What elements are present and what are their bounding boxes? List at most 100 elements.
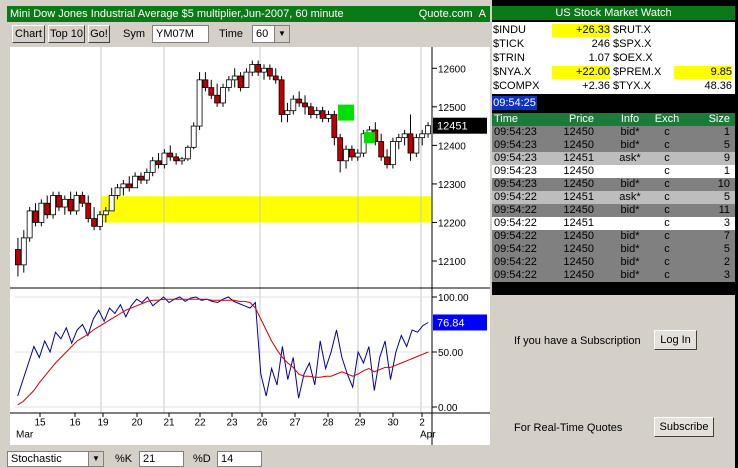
x-tick-label: 15 xyxy=(34,417,46,428)
time-label: Time xyxy=(219,28,244,40)
candle-body xyxy=(61,198,68,208)
candle-body xyxy=(50,195,56,216)
candle-body xyxy=(290,98,297,112)
trade-cell-time: 09:54:22 xyxy=(494,230,537,242)
trade-cell-time: 09:54:22 xyxy=(494,269,537,281)
study-select-value: Stochastic xyxy=(11,453,62,465)
price-tick-label: 12600 xyxy=(438,64,466,75)
watch-row: $TICK 246 $SPX.X xyxy=(492,38,735,51)
trade-cell-price: 12450 xyxy=(563,178,594,190)
watch-value: +2.36 xyxy=(582,80,610,92)
x-tick-label: 28 xyxy=(322,417,334,428)
table-row: 09:54:22 12450 bid* c 2 xyxy=(492,256,735,269)
candle-body xyxy=(190,125,197,148)
study-bar: Stochastic ▼ %K 21 %D 14 xyxy=(7,448,490,468)
subscribe-button[interactable]: Subscribe xyxy=(654,417,714,437)
time-select[interactable]: 60 ▼ xyxy=(252,25,290,43)
watch-title: US Stock Market Watch xyxy=(492,6,735,20)
trade-cell-time: 09:54:22 xyxy=(494,191,537,203)
trade-cell-size: 1 xyxy=(723,165,730,177)
trade-cell-size: 5 xyxy=(723,191,730,203)
x-tick-label: 30 xyxy=(387,417,399,428)
candle-body xyxy=(120,183,127,189)
trades-header: Time Price Info Exch Size xyxy=(492,113,735,126)
trade-cell-exch: c xyxy=(664,139,670,151)
candle-body xyxy=(73,195,80,212)
watch-row: $NYA.X +22.00 $PREM.X 9.85 xyxy=(492,66,735,79)
table-row: 09:54:22 12451 c 3 xyxy=(492,217,735,230)
trade-cell-price: 12450 xyxy=(563,243,594,255)
candle-body xyxy=(15,249,21,266)
watch-row: $INDU +26.33 $RUT.X xyxy=(492,24,735,37)
study-select[interactable]: Stochastic ▼ xyxy=(7,451,104,467)
clock: 09:54:25 xyxy=(492,96,537,110)
candle-body xyxy=(67,198,74,212)
watch-table: $INDU +26.33 $RUT.X $TICK 246 $SPX.X $TRIN 1.07… xyxy=(492,22,735,94)
trade-cell-price: 12450 xyxy=(563,204,594,216)
trade-cell-info: bid* xyxy=(620,230,640,242)
price-tick-label: 12200 xyxy=(438,218,466,229)
candle-body xyxy=(307,106,314,115)
chart-area[interactable]: 12600 12500 12400 12300 12200 12100 12451 100.0… xyxy=(10,47,490,445)
trade-cell-price: 12450 xyxy=(563,165,594,177)
table-row: 09:54:22 12450 bid* c 3 xyxy=(492,269,735,282)
trades-col-header: Info xyxy=(620,113,640,125)
trade-cell-exch: c xyxy=(664,217,670,229)
chevron-down-icon[interactable]: ▼ xyxy=(274,26,289,42)
trade-cell-time: 09:54:23 xyxy=(494,178,537,190)
chart-window: Mini Dow Jones Industrial Average $5 mul… xyxy=(0,0,492,468)
chart-toolbar: Chart Top 10 Go! Sym YM07M Time 60 ▼ xyxy=(7,22,490,46)
trade-cell-exch: c xyxy=(664,269,670,281)
candle-body xyxy=(44,202,51,216)
stoch-tick-label: 0.00 xyxy=(438,403,458,414)
current-price-label: 12451 xyxy=(437,121,468,133)
x-tick-label: 23 xyxy=(226,417,238,428)
trade-cell-exch: c xyxy=(664,243,670,255)
candle-body xyxy=(354,152,361,158)
trade-cell-size: 9 xyxy=(723,152,730,164)
watch-value: +26.33 xyxy=(552,24,610,37)
candle-body xyxy=(102,210,109,216)
trade-cell-price: 12450 xyxy=(563,256,594,268)
chart-title: Mini Dow Jones Industrial Average $5 mul… xyxy=(10,8,344,20)
price-tick-label: 12400 xyxy=(438,141,466,152)
go-button[interactable]: Go! xyxy=(88,25,110,43)
candle-body xyxy=(173,156,180,162)
candle-body xyxy=(85,202,92,220)
trade-cell-price: 12450 xyxy=(563,139,594,151)
trade-cell-time: 09:54:22 xyxy=(494,217,537,229)
d-input[interactable]: 14 xyxy=(217,451,262,467)
price-tick-label: 12300 xyxy=(438,180,466,191)
trade-cell-info: ask* xyxy=(619,152,641,164)
login-button[interactable]: Log In xyxy=(654,330,697,350)
chart-button[interactable]: Chart xyxy=(12,25,45,43)
trade-cell-size: 10 xyxy=(717,178,730,190)
x-tick-label: 29 xyxy=(354,417,366,428)
trade-cell-exch: c xyxy=(664,191,670,203)
k-input[interactable]: 21 xyxy=(139,451,184,467)
source-flag: A xyxy=(478,8,486,20)
trade-cell-size: 3 xyxy=(723,217,730,229)
chevron-down-icon[interactable]: ▼ xyxy=(88,452,103,466)
candle-body xyxy=(284,110,291,115)
watch-symbol: $TRIN xyxy=(493,52,525,64)
chart-title-bar: Mini Dow Jones Industrial Average $5 mul… xyxy=(7,6,490,22)
watch-symbol: $TICK xyxy=(493,38,525,50)
candle-body xyxy=(184,146,191,160)
x-tick-label: 26 xyxy=(256,417,268,428)
trade-cell-info: bid* xyxy=(620,243,640,255)
trade-cell-time: 09:54:23 xyxy=(494,126,537,138)
candle-body xyxy=(132,175,139,189)
candle-body xyxy=(214,94,221,104)
trade-cell-time: 09:54:22 xyxy=(494,243,537,255)
symbol-input[interactable]: YM07M xyxy=(152,25,209,43)
trade-cell-size: 7 xyxy=(723,230,730,242)
candle-body xyxy=(138,175,144,181)
trade-cell-price: 12451 xyxy=(563,217,594,229)
k-label: %K xyxy=(115,453,133,465)
market-watch-pane: US Stock Market Watch $INDU +26.33 $RUT.X $… xyxy=(492,0,738,468)
trade-cell-time: 09:54:23 xyxy=(494,165,537,177)
candle-body xyxy=(278,79,285,115)
candle-body xyxy=(20,237,27,266)
top10-button[interactable]: Top 10 xyxy=(48,25,85,43)
